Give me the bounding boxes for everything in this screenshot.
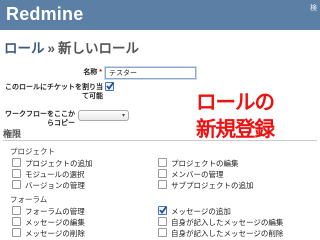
- checkbox[interactable]: [158, 205, 168, 215]
- name-label: 名称 *: [83, 69, 102, 76]
- overlay-line-2: 新規登録: [196, 117, 275, 141]
- overlay-caption: ロールの 新規登録: [196, 89, 308, 143]
- checkbox[interactable]: [12, 169, 21, 178]
- required-mark: *: [99, 69, 102, 76]
- permission-item[interactable]: バージョンの管理: [12, 180, 85, 190]
- app-logo[interactable]: Redmine: [6, 4, 83, 25]
- workflow-copy-select[interactable]: ▾: [78, 110, 129, 121]
- checkbox[interactable]: [158, 158, 167, 167]
- name-input[interactable]: テスター: [105, 67, 196, 79]
- checkbox[interactable]: [12, 228, 21, 237]
- permission-item[interactable]: メッセージの追加: [158, 205, 231, 216]
- checkmark-icon: [159, 205, 168, 214]
- dropdown-arrow-icon: ▾: [121, 112, 125, 119]
- divider: [3, 140, 317, 141]
- permission-group-forum: フォーラム: [10, 195, 48, 204]
- permission-item[interactable]: プロジェクトの編集: [158, 158, 239, 168]
- checkbox[interactable]: [12, 158, 21, 167]
- permission-item[interactable]: モジュールの選択: [12, 169, 84, 179]
- checkbox[interactable]: [12, 180, 21, 189]
- checkbox[interactable]: [12, 217, 21, 226]
- permission-group-project: プロジェクト: [10, 147, 55, 156]
- permission-item[interactable]: 自身が記入したメッセージの編集: [158, 217, 283, 227]
- top-header: Redmine 検: [0, 0, 320, 30]
- page-title: ロール» 新しいロール: [4, 37, 139, 57]
- permission-item[interactable]: メンバーの管理: [158, 169, 224, 179]
- checkbox[interactable]: [12, 206, 21, 215]
- overlay-line-1: ロールの: [196, 90, 275, 114]
- breadcrumb-separator: »: [47, 41, 56, 56]
- workflow-copy-label: ワークフローをここからコピー: [5, 111, 75, 127]
- checkbox[interactable]: [158, 180, 167, 189]
- permission-item[interactable]: プロジェクトの追加: [12, 158, 93, 168]
- checkbox[interactable]: [158, 228, 167, 237]
- assignable-checkbox[interactable]: [105, 81, 115, 91]
- permission-item[interactable]: サブプロジェクトの追加: [158, 180, 254, 190]
- checkbox[interactable]: [158, 217, 167, 226]
- permission-item[interactable]: 自身が記入したメッセージの削除: [158, 228, 283, 238]
- breadcrumb-roles-link[interactable]: ロール: [4, 41, 45, 56]
- permission-item[interactable]: メッセージの削除: [12, 228, 85, 238]
- permission-item[interactable]: フォーラムの管理: [12, 206, 85, 216]
- assignable-label: このロールにチケットを割り当 て可能: [5, 84, 103, 100]
- checkmark-icon: [106, 81, 115, 90]
- permissions-heading: 権限: [3, 129, 22, 139]
- search-label: 検: [310, 4, 317, 12]
- permission-item[interactable]: メッセージの編集: [12, 217, 85, 227]
- breadcrumb-current: 新しいロール: [58, 41, 140, 56]
- checkbox[interactable]: [158, 169, 167, 178]
